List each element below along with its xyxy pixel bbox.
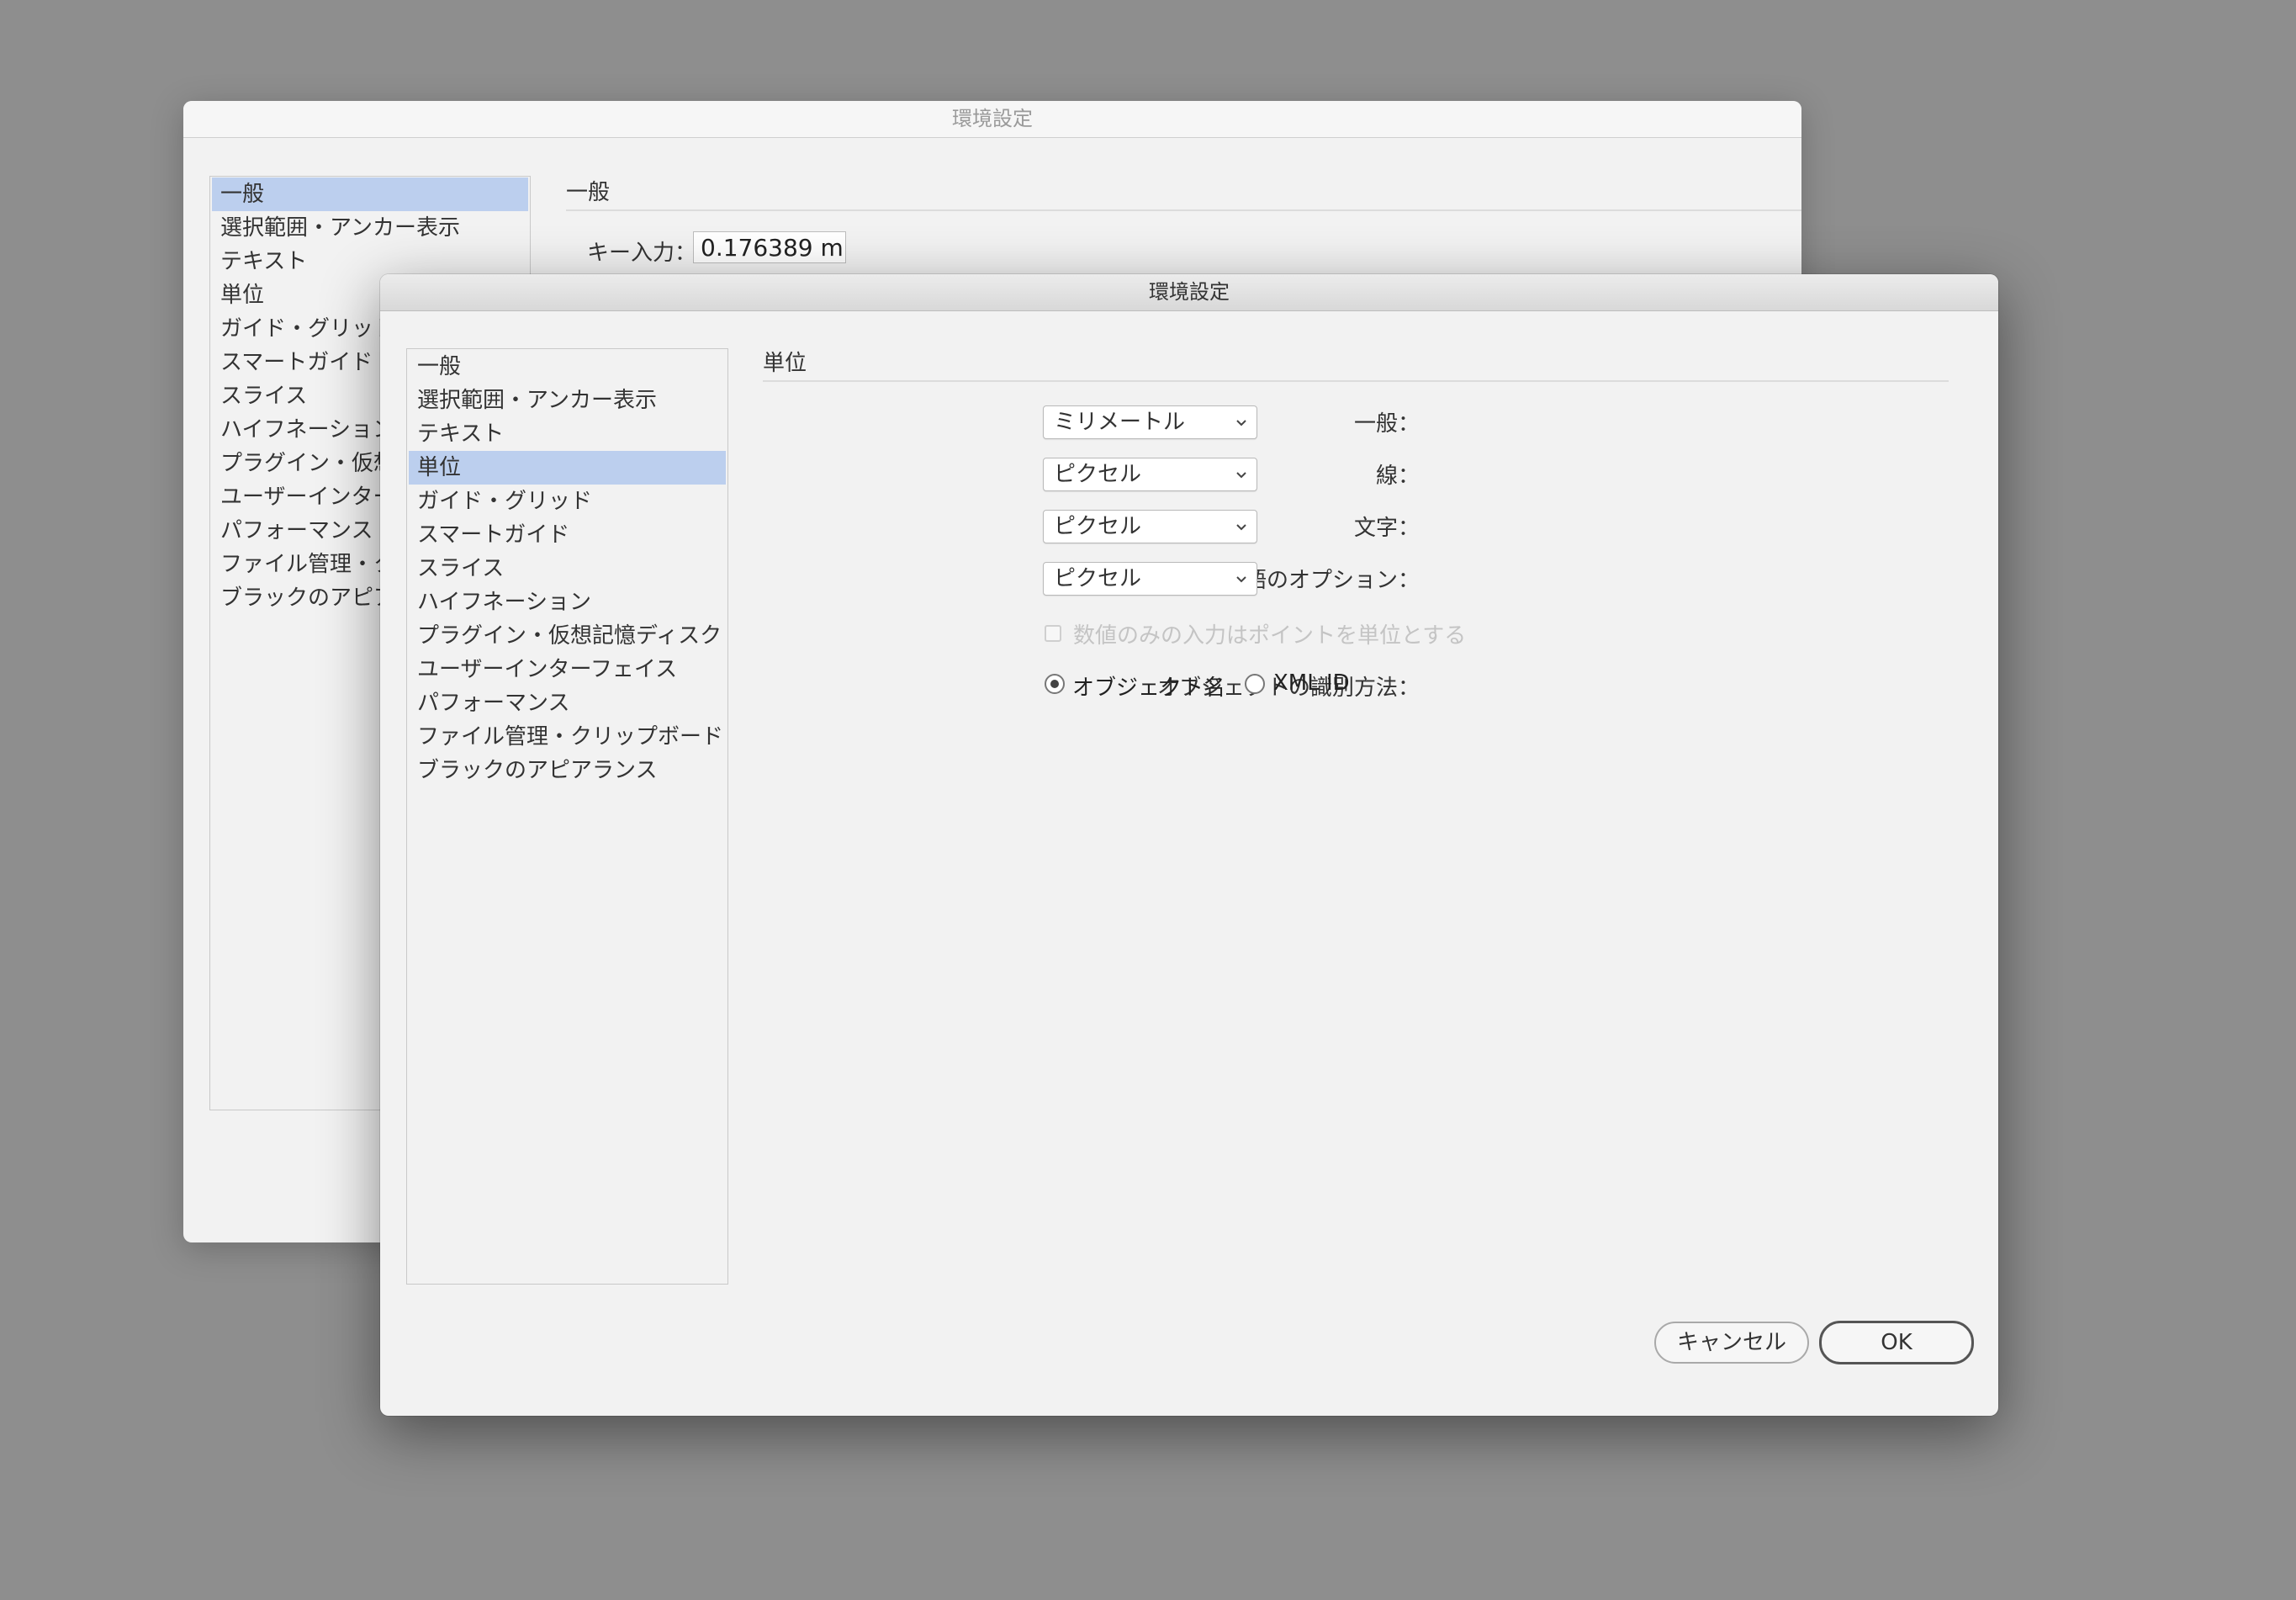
numbers-only-points-label: 数値のみの入力はポイントを単位とする xyxy=(1073,623,1467,649)
east-asian-units-value: ピクセル xyxy=(1054,566,1142,591)
xml-id-radio[interactable] xyxy=(1245,674,1265,694)
sidebar-item[interactable]: 一般 xyxy=(409,350,726,384)
sidebar-item[interactable]: ユーザーインターフェイス xyxy=(409,653,726,686)
section-title: 単位 xyxy=(763,346,1949,382)
general-units-select[interactable]: ミリメートル xyxy=(1043,405,1257,439)
ok-button[interactable]: OK xyxy=(1819,1321,1974,1364)
key-input-label: キー入力： xyxy=(587,241,697,266)
window-title: 環境設定 xyxy=(380,274,1998,311)
key-input-field[interactable]: 0.176389 mm xyxy=(693,231,846,263)
type-units-select[interactable]: ピクセル xyxy=(1043,510,1257,543)
cancel-button[interactable]: キャンセル xyxy=(1654,1322,1809,1364)
chevron-down-icon xyxy=(1236,576,1246,583)
sidebar-item[interactable]: パフォーマンス xyxy=(409,686,726,720)
sidebar-back-item[interactable]: テキスト xyxy=(212,245,528,278)
window-title-back: 環境設定 xyxy=(183,101,1801,138)
type-units-value: ピクセル xyxy=(1054,514,1142,539)
sidebar-item[interactable]: ハイフネーション xyxy=(409,585,726,619)
numbers-only-points-checkbox[interactable] xyxy=(1045,625,1061,642)
xml-id-radio-label[interactable]: XML ID xyxy=(1273,670,1350,696)
object-name-radio-label[interactable]: オブジェクト名 xyxy=(1072,670,1225,702)
chevron-down-icon xyxy=(1236,472,1246,479)
sidebar-item[interactable]: ガイド・グリッド xyxy=(409,485,726,518)
preferences-category-list[interactable]: 一般 選択範囲・アンカー表示 テキスト 単位 ガイド・グリッド スマートガイド スライス ハイ… xyxy=(406,348,728,1285)
object-name-radio[interactable] xyxy=(1045,674,1065,694)
stroke-units-select[interactable]: ピクセル xyxy=(1043,458,1257,491)
sidebar-item[interactable]: プラグイン・仮想記憶ディスク xyxy=(409,619,726,653)
stroke-units-label: 線： xyxy=(1375,464,1420,489)
sidebar-back-item[interactable]: 選択範囲・アンカー表示 xyxy=(212,211,528,245)
sidebar-item[interactable]: 選択範囲・アンカー表示 xyxy=(409,384,726,417)
sidebar-item[interactable]: テキスト xyxy=(409,417,726,451)
preferences-window: 環境設定 一般 選択範囲・アンカー表示 テキスト 単位 ガイド・グリッド スマートガイドス… xyxy=(380,274,1998,1416)
sidebar-item[interactable]: ブラックのアピアランス xyxy=(409,754,726,787)
general-units-label: 一般： xyxy=(1353,411,1420,437)
sidebar-item[interactable]: ファイル管理・クリップボード xyxy=(409,720,726,754)
stroke-units-value: ピクセル xyxy=(1054,462,1142,487)
type-units-label: 文字： xyxy=(1353,516,1420,541)
sidebar-item[interactable]: スライス xyxy=(409,552,726,585)
general-units-value: ミリメートル xyxy=(1054,410,1186,435)
sidebar-back-item[interactable]: 一般 xyxy=(212,177,528,211)
sidebar-item[interactable]: スマートガイド xyxy=(409,518,726,552)
sidebar-item[interactable]: 単位 xyxy=(409,451,726,485)
east-asian-units-select[interactable]: ピクセル xyxy=(1043,562,1257,596)
chevron-down-icon xyxy=(1236,524,1246,531)
section-title-back: 一般 xyxy=(566,175,1801,211)
chevron-down-icon xyxy=(1236,420,1246,426)
